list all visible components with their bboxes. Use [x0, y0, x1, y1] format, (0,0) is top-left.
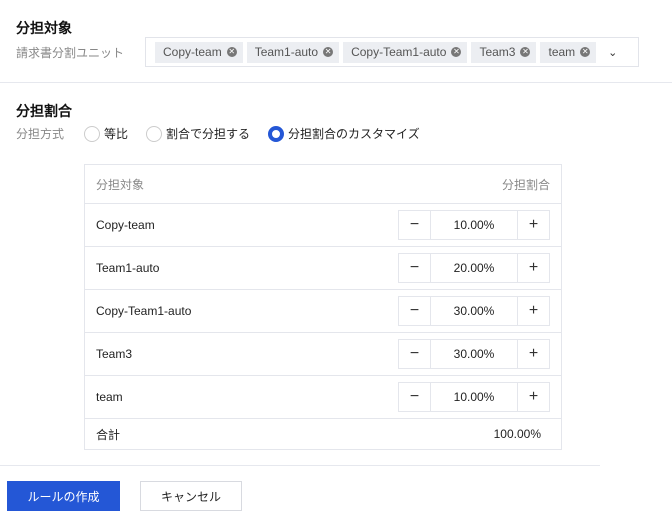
ratio-stepper: − 30.00% + — [398, 339, 550, 369]
ratio-input[interactable]: 10.00% — [430, 211, 518, 239]
increment-button[interactable]: + — [518, 383, 549, 411]
split-unit-label: 請求書分割ユニット — [16, 46, 125, 60]
cancel-button[interactable]: キャンセル — [140, 481, 242, 511]
decrement-button[interactable]: − — [399, 340, 430, 368]
ratio-section-title: 分担割合 — [16, 103, 72, 119]
ratio-stepper: − 10.00% + — [398, 382, 550, 412]
row-name: Copy-Team1-auto — [84, 289, 277, 333]
tag-remove-icon[interactable]: ✕ — [226, 47, 237, 57]
tag: Team3 ✕ — [471, 41, 537, 63]
tag-label: team — [548, 45, 576, 59]
split-method-label: 分担方式 — [16, 127, 65, 141]
decrement-button[interactable]: − — [399, 383, 430, 411]
tag-label: Copy-team — [163, 45, 222, 59]
header-ratio: 分担割合 — [276, 164, 562, 204]
increment-button[interactable]: + — [518, 340, 549, 368]
tag-remove-icon[interactable]: ✕ — [323, 47, 334, 57]
row-name: Copy-team — [84, 203, 277, 247]
radio-equal[interactable]: 等比 — [84, 125, 128, 142]
table-row: Copy-Team1-auto − 30.00% + — [84, 289, 562, 333]
tag-label: Team1-auto — [254, 45, 319, 59]
total-row: 合計 100.00% — [84, 418, 562, 450]
decrement-button[interactable]: − — [399, 211, 430, 239]
tag: Copy-team ✕ — [155, 41, 243, 63]
row-name: Team3 — [84, 332, 277, 376]
decrement-button[interactable]: − — [399, 254, 430, 282]
ratio-table: 分担対象 分担割合 Copy-team − 10.00% + Team1-auto … — [84, 164, 562, 450]
create-rule-button[interactable]: ルールの作成 — [7, 481, 120, 511]
ratio-input[interactable]: 30.00% — [430, 340, 518, 368]
tag: team ✕ — [540, 41, 597, 63]
total-label: 合計 — [84, 418, 277, 450]
radio-circle-selected[interactable] — [268, 125, 285, 142]
ratio-input[interactable]: 10.00% — [430, 383, 518, 411]
row-name: Team1-auto — [84, 246, 277, 290]
radio-by-ratio[interactable]: 割合で分担する — [146, 125, 250, 142]
tag-remove-icon[interactable]: ✕ — [580, 47, 591, 57]
increment-button[interactable]: + — [518, 297, 549, 325]
split-method-group: 分担方式 等比 割合で分担する 分担割合のカスタマイズ — [16, 125, 430, 142]
ratio-stepper: − 30.00% + — [398, 296, 550, 326]
table-row: team − 10.00% + — [84, 375, 562, 419]
header-target: 分担対象 — [84, 164, 277, 204]
ratio-stepper: − 10.00% + — [398, 210, 550, 240]
ratio-stepper: − 20.00% + — [398, 253, 550, 283]
table-row: Team3 − 30.00% + — [84, 332, 562, 376]
table-row: Team1-auto − 20.00% + — [84, 246, 562, 290]
radio-custom[interactable]: 分担割合のカスタマイズ — [268, 125, 420, 142]
tag-remove-icon[interactable]: ✕ — [451, 47, 462, 57]
target-section-title: 分担対象 — [16, 20, 72, 36]
table-row: Copy-team − 10.00% + — [84, 203, 562, 247]
radio-circle[interactable] — [84, 125, 101, 142]
increment-button[interactable]: + — [518, 211, 549, 239]
row-name: team — [84, 375, 277, 419]
radio-label: 割合で分担する — [166, 127, 251, 141]
radio-label: 分担割合のカスタマイズ — [288, 127, 420, 141]
increment-button[interactable]: + — [518, 254, 549, 282]
radio-label: 等比 — [104, 127, 129, 141]
tag-label: Team3 — [479, 45, 516, 59]
tag-remove-icon[interactable]: ✕ — [520, 47, 531, 57]
ratio-input[interactable]: 30.00% — [430, 297, 518, 325]
chevron-down-icon[interactable]: ⌄ — [608, 46, 617, 59]
ratio-input[interactable]: 20.00% — [430, 254, 518, 282]
split-unit-select[interactable]: Copy-team ✕ Team1-auto ✕ Copy-Team1-auto ✕ … — [145, 37, 639, 67]
radio-circle[interactable] — [146, 125, 163, 142]
tag-label: Copy-Team1-auto — [351, 45, 447, 59]
decrement-button[interactable]: − — [399, 297, 430, 325]
total-value: 100.00% — [276, 418, 562, 450]
tag: Team1-auto ✕ — [246, 41, 340, 63]
divider — [0, 465, 600, 466]
divider — [0, 82, 672, 83]
tag: Copy-Team1-auto ✕ — [343, 41, 468, 63]
